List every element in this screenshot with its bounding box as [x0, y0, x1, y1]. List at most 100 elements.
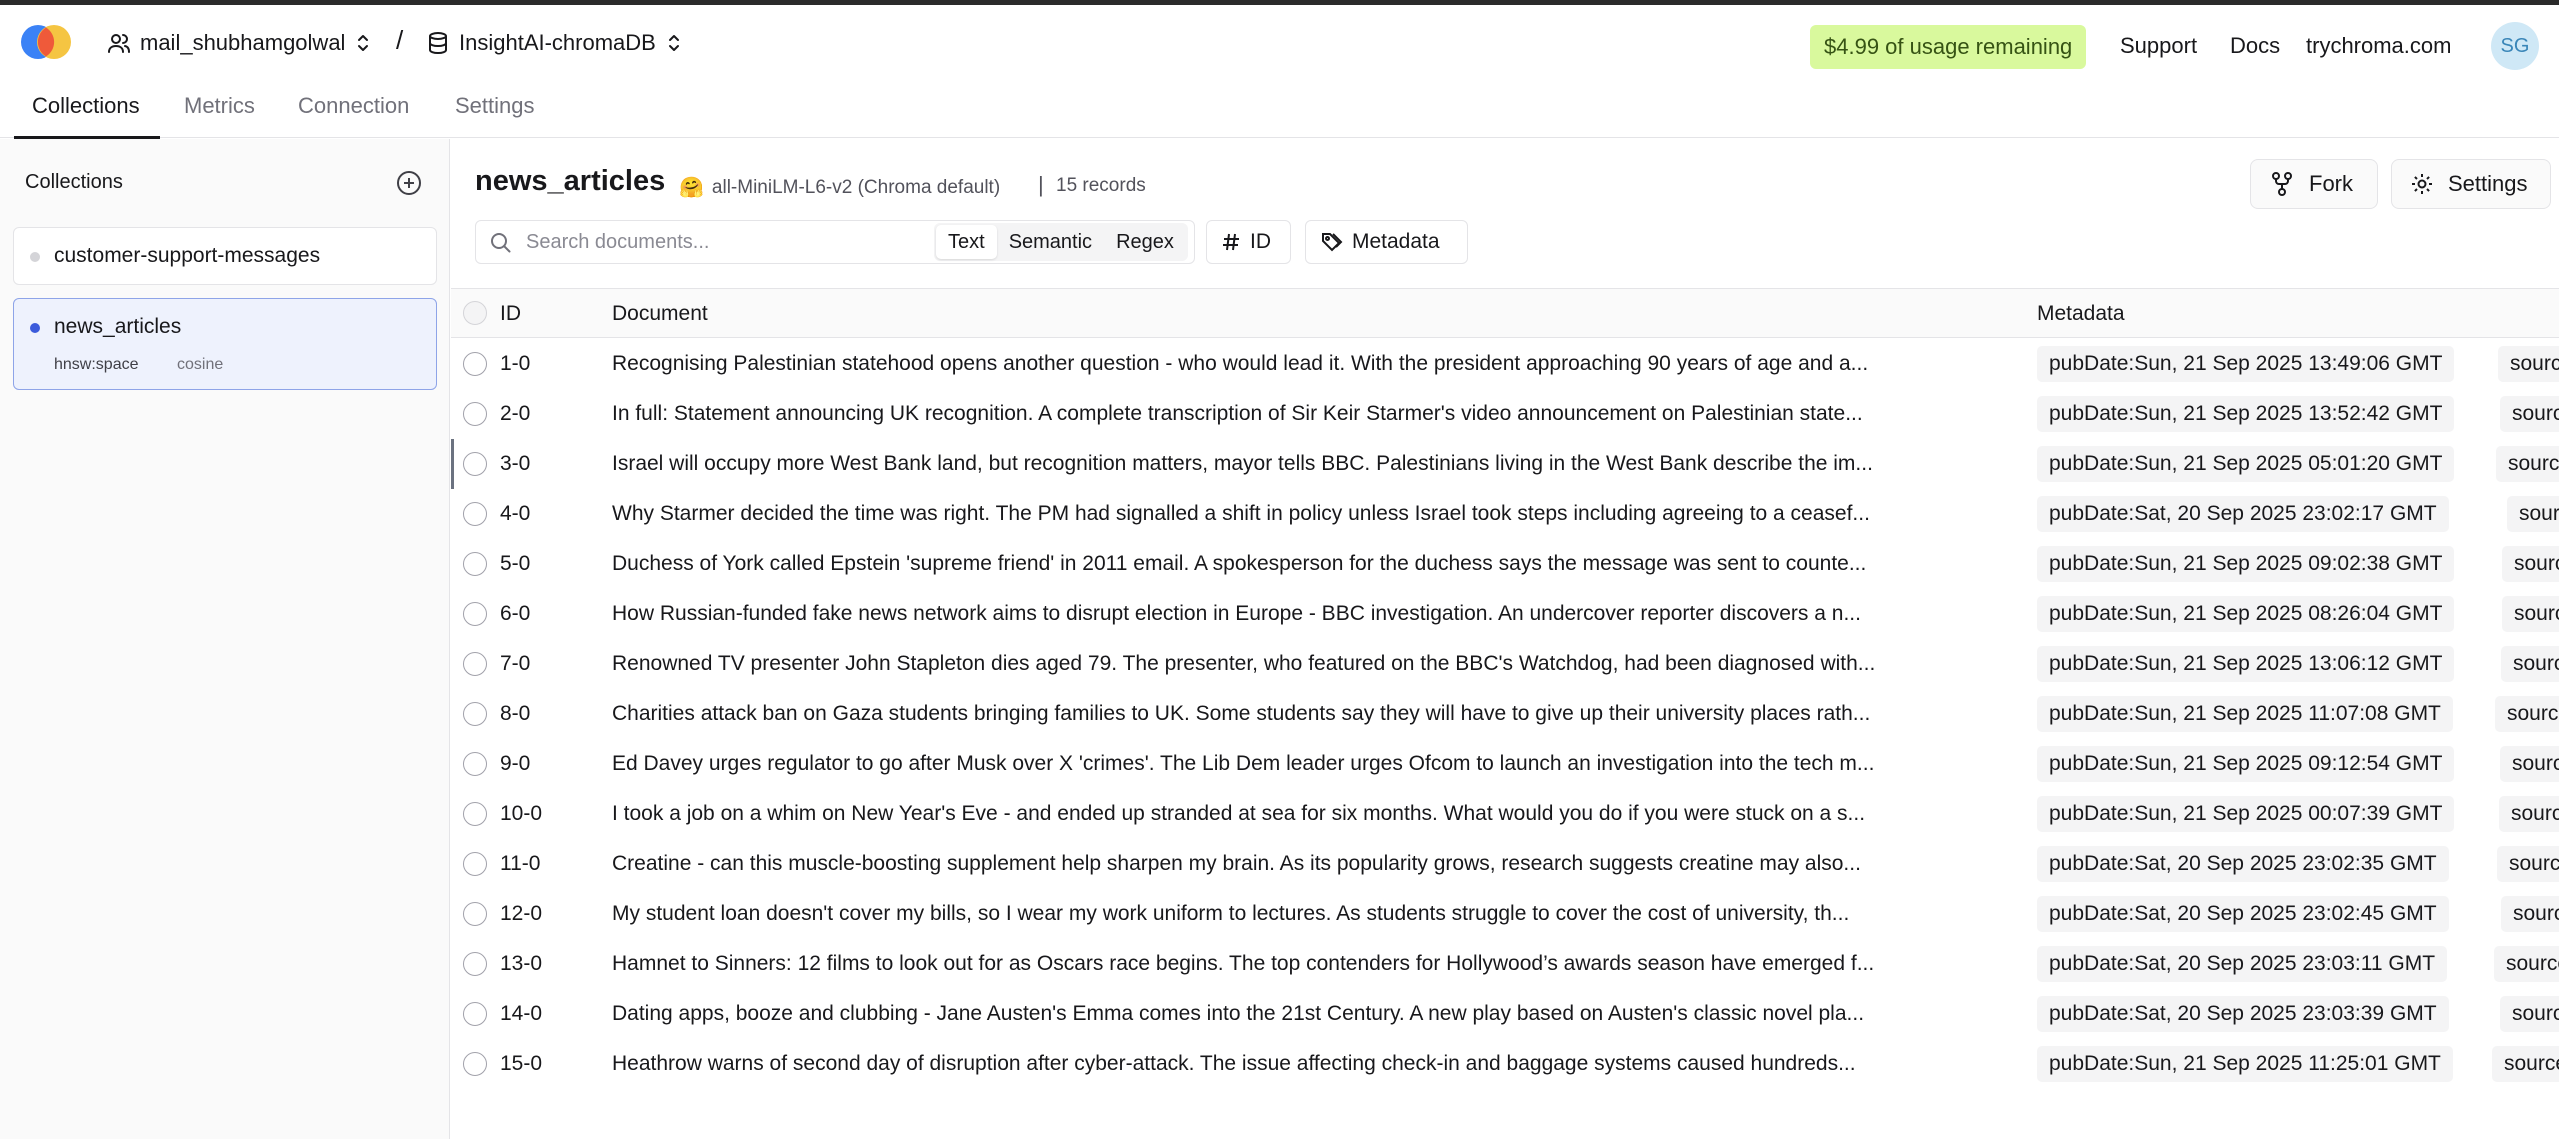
table-row[interactable]: 11-0 Creatine - can this muscle-boosting …: [451, 839, 2559, 889]
id-filter-button[interactable]: ID: [1206, 220, 1291, 264]
row-select-checkbox[interactable]: [463, 552, 487, 576]
select-all-checkbox[interactable]: [463, 301, 487, 325]
row-document: In full: Statement announcing UK recogni…: [612, 402, 1863, 425]
table-row[interactable]: 12-0 My student loan doesn't cover my bil…: [451, 889, 2559, 939]
tags-icon: [1322, 233, 1343, 252]
breadcrumb-separator: /: [396, 25, 404, 55]
row-document: Creatine - can this muscle-boosting supp…: [612, 852, 1861, 875]
row-select-checkbox[interactable]: [463, 502, 487, 526]
row-select-checkbox[interactable]: [463, 1052, 487, 1076]
search-mode-text[interactable]: Text: [936, 225, 997, 259]
row-id: 3-0: [500, 452, 531, 475]
usage-badge[interactable]: $4.99 of usage remaining: [1810, 25, 2087, 69]
row-select-checkbox[interactable]: [463, 452, 487, 476]
support-link[interactable]: Support: [2120, 33, 2197, 59]
row-id: 8-0: [500, 702, 531, 725]
docs-link[interactable]: Docs: [2230, 33, 2280, 59]
metadata-chip-pubdate: pubDate:Sun, 21 Sep 2025 08:26:04 GMT: [2037, 596, 2455, 632]
row-id: 7-0: [500, 652, 531, 675]
tab-metrics[interactable]: Metrics: [184, 93, 255, 137]
metadata-chip-pubdate: pubDate:Sun, 21 Sep 2025 05:01:20 GMT: [2037, 446, 2455, 482]
row-id: 15-0: [500, 1052, 543, 1075]
page-title: news_articles: [475, 165, 666, 197]
chevrons-updown-icon: [666, 31, 682, 55]
collection-name: customer-support-messages: [54, 244, 321, 267]
column-header-metadata[interactable]: Metadata: [2037, 302, 2125, 326]
table-row[interactable]: 1-0 Recognising Palestinian statehood ope…: [451, 339, 2559, 389]
search-mode-semantic[interactable]: Semantic: [997, 225, 1104, 259]
row-select-checkbox[interactable]: [463, 752, 487, 776]
search-bar: Text Semantic Regex: [475, 220, 1195, 264]
add-collection-icon[interactable]: [396, 170, 422, 196]
row-select-checkbox[interactable]: [463, 702, 487, 726]
row-id: 10-0: [500, 802, 543, 825]
row-document: Why Starmer decided the time was right. …: [612, 502, 1870, 525]
table-row[interactable]: 6-0 How Russian-funded fake news network …: [451, 589, 2559, 639]
row-document: Israel will occupy more West Bank land, …: [612, 452, 1873, 475]
trychroma-link[interactable]: trychroma.com: [2306, 33, 2451, 59]
settings-button[interactable]: Settings: [2391, 159, 2551, 209]
metadata-chip-pubdate: pubDate:Sun, 21 Sep 2025 13:52:42 GMT: [2037, 396, 2455, 432]
metadata-chip-pubdate: pubDate:Sun, 21 Sep 2025 00:07:39 GMT: [2037, 796, 2455, 832]
row-document: Duchess of York called Epstein 'supreme …: [612, 552, 1867, 575]
sidebar-item-customer-support-messages[interactable]: customer-support-messages: [13, 227, 437, 285]
row-select-checkbox[interactable]: [463, 852, 487, 876]
row-select-checkbox[interactable]: [463, 952, 487, 976]
avatar[interactable]: SG: [2491, 22, 2539, 70]
app-header: mail_shubhamgolwal / InsightAI-chromaDB …: [0, 5, 2559, 79]
chroma-logo-icon[interactable]: [18, 22, 76, 62]
table-row[interactable]: 3-0 Israel will occupy more West Bank lan…: [451, 439, 2559, 489]
metadata-chip-source: source: [2496, 446, 2559, 482]
collection-space: hnsw:space: [54, 356, 139, 373]
sidebar-item-news-articles[interactable]: news_articles hnsw:space cosine: [13, 298, 437, 390]
table-row[interactable]: 5-0 Duchess of York called Epstein 'supre…: [451, 539, 2559, 589]
row-id: 13-0: [500, 952, 543, 975]
row-document: Ed Davey urges regulator to go after Mus…: [612, 752, 1875, 775]
row-select-checkbox[interactable]: [463, 402, 487, 426]
table-row[interactable]: 9-0 Ed Davey urges regulator to go after …: [451, 739, 2559, 789]
metadata-chip-pubdate: pubDate:Sat, 20 Sep 2025 23:02:35 GMT: [2037, 846, 2449, 882]
settings-label: Settings: [2448, 171, 2528, 196]
row-document: How Russian-funded fake news network aim…: [612, 602, 1861, 625]
table-row[interactable]: 7-0 Renowned TV presenter John Stapleton …: [451, 639, 2559, 689]
collection-main: news_articles 🤗 all-MiniLM-L6-v2 (Chroma…: [451, 139, 2559, 1139]
tab-collections[interactable]: Collections: [14, 93, 160, 139]
column-header-id[interactable]: ID: [500, 302, 521, 326]
metadata-chip-source: source: [2500, 396, 2559, 432]
row-id: 5-0: [500, 552, 531, 575]
fork-button[interactable]: Fork: [2250, 159, 2378, 209]
metadata-chip-source: source: [2507, 496, 2559, 532]
metadata-chip-pubdate: pubDate:Sun, 21 Sep 2025 09:12:54 GMT: [2037, 746, 2455, 782]
metadata-filter-button[interactable]: Metadata: [1305, 220, 1468, 264]
row-select-checkbox[interactable]: [463, 652, 487, 676]
column-header-document[interactable]: Document: [612, 302, 708, 326]
row-document: I took a job on a whim on New Year's Eve…: [612, 802, 1866, 825]
row-id: 9-0: [500, 752, 531, 775]
table-row[interactable]: 2-0 In full: Statement announcing UK reco…: [451, 389, 2559, 439]
row-id: 12-0: [500, 902, 543, 925]
metadata-chip-source: source: [2500, 996, 2559, 1032]
tab-connection[interactable]: Connection: [298, 93, 409, 137]
database-name: InsightAI-chromaDB: [459, 30, 656, 55]
table-row[interactable]: 14-0 Dating apps, booze and clubbing - Ja…: [451, 989, 2559, 1039]
row-select-checkbox[interactable]: [463, 352, 487, 376]
row-document: Dating apps, booze and clubbing - Jane A…: [612, 1002, 1865, 1025]
embedding-model: 🤗 all-MiniLM-L6-v2 (Chroma default): [679, 175, 1000, 200]
row-select-checkbox[interactable]: [463, 602, 487, 626]
database-switcher[interactable]: InsightAI-chromaDB: [425, 27, 682, 59]
table-row[interactable]: 13-0 Hamnet to Sinners: 12 films to look …: [451, 939, 2559, 989]
row-select-checkbox[interactable]: [463, 1002, 487, 1026]
table-row[interactable]: 15-0 Heathrow warns of second day of disr…: [451, 1039, 2559, 1089]
table-row[interactable]: 8-0 Charities attack ban on Gaza students…: [451, 689, 2559, 739]
divider: |: [1038, 172, 1044, 197]
tab-settings[interactable]: Settings: [455, 93, 535, 137]
search-mode-regex[interactable]: Regex: [1104, 225, 1186, 259]
row-select-checkbox[interactable]: [463, 902, 487, 926]
main-tabs: Collections Metrics Connection Settings: [0, 79, 2559, 139]
id-filter-label: ID: [1250, 230, 1271, 253]
org-switcher[interactable]: mail_shubhamgolwal: [106, 27, 371, 59]
row-select-checkbox[interactable]: [463, 802, 487, 826]
table-row[interactable]: 10-0 I took a job on a whim on New Year's…: [451, 789, 2559, 839]
table-row[interactable]: 4-0 Why Starmer decided the time was righ…: [451, 489, 2559, 539]
search-input[interactable]: [526, 227, 926, 257]
